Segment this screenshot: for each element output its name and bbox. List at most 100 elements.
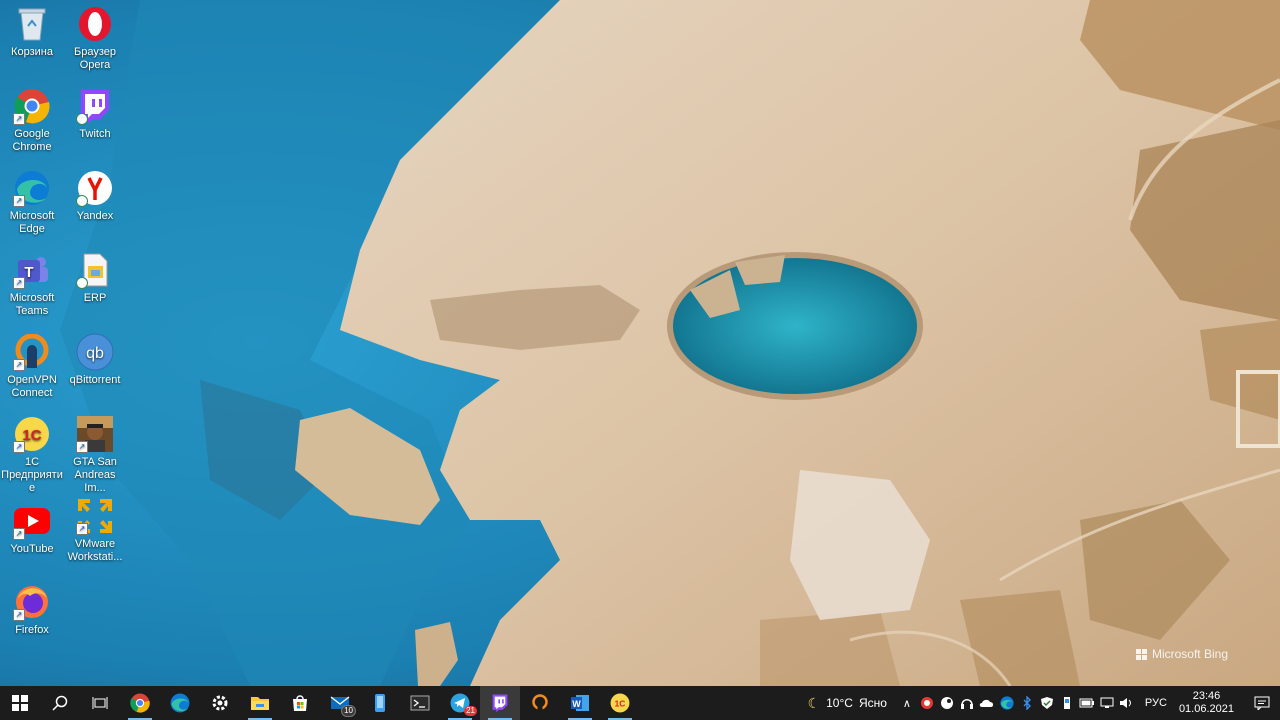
desktop-icon-qbittorrent[interactable]: qb qBittorrent — [63, 328, 127, 387]
shortcut-arrow-icon: ↗ — [13, 441, 25, 453]
desktop-icon-chrome[interactable]: ↗ Google Chrome — [0, 82, 64, 154]
desktop-icon-edge[interactable]: ↗ Microsoft Edge — [0, 164, 64, 236]
search-button[interactable] — [40, 686, 80, 720]
system-tray: ☾ 10°C Ясно ∧ РУС 23:46 01.06.2021 — [808, 686, 1280, 720]
taskbar-word[interactable]: W — [560, 686, 600, 720]
opera-icon — [76, 5, 114, 43]
weather-widget[interactable]: ☾ 10°C Ясно — [808, 695, 887, 712]
taskbar-chrome[interactable] — [120, 686, 160, 720]
moon-icon: ☾ — [807, 694, 821, 711]
desktop-icon-opera[interactable]: Браузер Opera — [63, 0, 127, 72]
desktop-icon-label: Google Chrome — [12, 128, 52, 153]
recycle-bin-icon — [13, 5, 51, 43]
desktop-icon-label: qBittorrent — [69, 374, 121, 386]
taskbar-edge[interactable] — [160, 686, 200, 720]
taskbar-store[interactable] — [280, 686, 320, 720]
network-icon[interactable] — [1097, 686, 1117, 720]
desktop-icon-openvpn[interactable]: ↗ OpenVPN Connect — [0, 328, 64, 400]
start-button[interactable] — [0, 686, 40, 720]
onedrive-icon[interactable] — [977, 686, 997, 720]
desktop-icon-label: Microsoft Edge — [9, 210, 55, 235]
edge-icon — [170, 693, 190, 713]
chrome-icon — [130, 693, 150, 713]
notification-center-button[interactable] — [1244, 686, 1280, 720]
twitch-icon — [76, 87, 114, 125]
mail-badge: 10 — [341, 705, 356, 717]
bing-logo-icon — [1135, 648, 1147, 660]
gear-icon — [212, 695, 228, 711]
desktop-icon-label: Yandex — [76, 210, 114, 222]
desktop-icon-teams[interactable]: T ↗ Microsoft Teams — [0, 246, 64, 318]
desktop-icon-youtube[interactable]: ↗ YouTube — [0, 497, 64, 556]
headset-icon[interactable] — [957, 686, 977, 720]
shortcut-arrow-icon: ↗ — [13, 113, 25, 125]
volume-icon[interactable] — [1117, 686, 1137, 720]
steam-icon[interactable] — [937, 686, 957, 720]
security-icon[interactable] — [1037, 686, 1057, 720]
desktop-icon-gta[interactable]: ↗ GTA San Andreas Im... — [63, 410, 127, 495]
youtube-icon: ↗ — [13, 502, 51, 540]
firefox-icon: ↗ — [13, 583, 51, 621]
wallpaper-image — [0, 0, 1280, 686]
antivirus-icon[interactable] — [917, 686, 937, 720]
taskbar-mail[interactable]: 10 — [320, 686, 360, 720]
shortcut-arrow-icon: ↗ — [13, 528, 25, 540]
taskbar-twitch[interactable] — [480, 686, 520, 720]
desktop-icon-yandex[interactable]: Yandex — [63, 164, 127, 223]
desktop-icon-twitch[interactable]: Twitch — [63, 82, 127, 141]
taskbar-terminal[interactable] — [400, 686, 440, 720]
terminal-icon — [410, 695, 430, 711]
chrome-icon: ↗ — [13, 87, 51, 125]
usb-icon[interactable] — [1057, 686, 1077, 720]
taskbar-explorer[interactable] — [240, 686, 280, 720]
taskbar-phone[interactable] — [360, 686, 400, 720]
desktop-icon-label: OpenVPN Connect — [7, 374, 57, 399]
taskbar-openvpn[interactable] — [520, 686, 560, 720]
shortcut-arrow-icon: ↗ — [13, 609, 25, 621]
gta-icon: ↗ — [76, 415, 114, 453]
chevron-up-icon[interactable]: ∧ — [897, 686, 917, 720]
shortcut-arrow-icon: ↗ — [76, 523, 88, 535]
teams-icon: T ↗ — [13, 251, 51, 289]
windows-icon — [12, 695, 28, 711]
yandex-icon — [76, 169, 114, 207]
edge-icon: ↗ — [13, 169, 51, 207]
desktop-icon-recycle-bin[interactable]: Корзина — [0, 0, 64, 59]
shortcut-arrow-icon: ↗ — [13, 195, 25, 207]
svg-text:T: T — [24, 264, 33, 281]
battery-icon[interactable] — [1077, 686, 1097, 720]
bluetooth-icon[interactable] — [1017, 686, 1037, 720]
desktop-icon-label: ERP — [83, 292, 107, 304]
desktop-icon-vmware[interactable]: ↗ VMware Workstati... — [63, 492, 127, 564]
svg-text:1C: 1C — [615, 698, 626, 708]
desktop-icon-label: 1С Предприятие — [1, 456, 63, 494]
phone-icon — [375, 694, 385, 712]
desktop-icon-firefox[interactable]: ↗ Firefox — [0, 578, 64, 637]
language-indicator[interactable]: РУС — [1145, 697, 1167, 709]
1c-icon: 1C — [610, 693, 630, 713]
telegram-badge: 21 — [464, 706, 477, 716]
twitch-icon — [492, 694, 508, 712]
shortcut-arrow-icon: ↗ — [13, 359, 25, 371]
erp-file-icon — [76, 251, 114, 289]
task-view-icon — [92, 697, 108, 709]
clock[interactable]: 23:46 01.06.2021 — [1179, 690, 1234, 716]
shortcut-arrow-icon: ↗ — [76, 441, 88, 453]
desktop-icon-label: GTA San Andreas Im... — [73, 456, 117, 494]
desktop-icon-erp[interactable]: ERP — [63, 246, 127, 305]
folder-icon — [251, 697, 269, 710]
weather-temp: 10°C — [826, 696, 853, 710]
vmware-icon: ↗ — [76, 497, 114, 535]
word-icon: W — [571, 695, 589, 711]
taskbar-1c[interactable]: 1C — [600, 686, 640, 720]
openvpn-icon — [532, 694, 548, 711]
taskbar-telegram[interactable]: 21 — [440, 686, 480, 720]
shortcut-arrow-icon: ↗ — [13, 277, 25, 289]
notification-icon — [1254, 696, 1270, 710]
clock-date: 01.06.2021 — [1178, 703, 1234, 715]
desktop-icon-1c[interactable]: 1C ↗ 1С Предприятие — [0, 410, 64, 495]
edge-tray-icon[interactable] — [997, 686, 1017, 720]
sync-status-icon — [76, 195, 88, 207]
taskbar-settings[interactable] — [200, 686, 240, 720]
task-view-button[interactable] — [80, 686, 120, 720]
